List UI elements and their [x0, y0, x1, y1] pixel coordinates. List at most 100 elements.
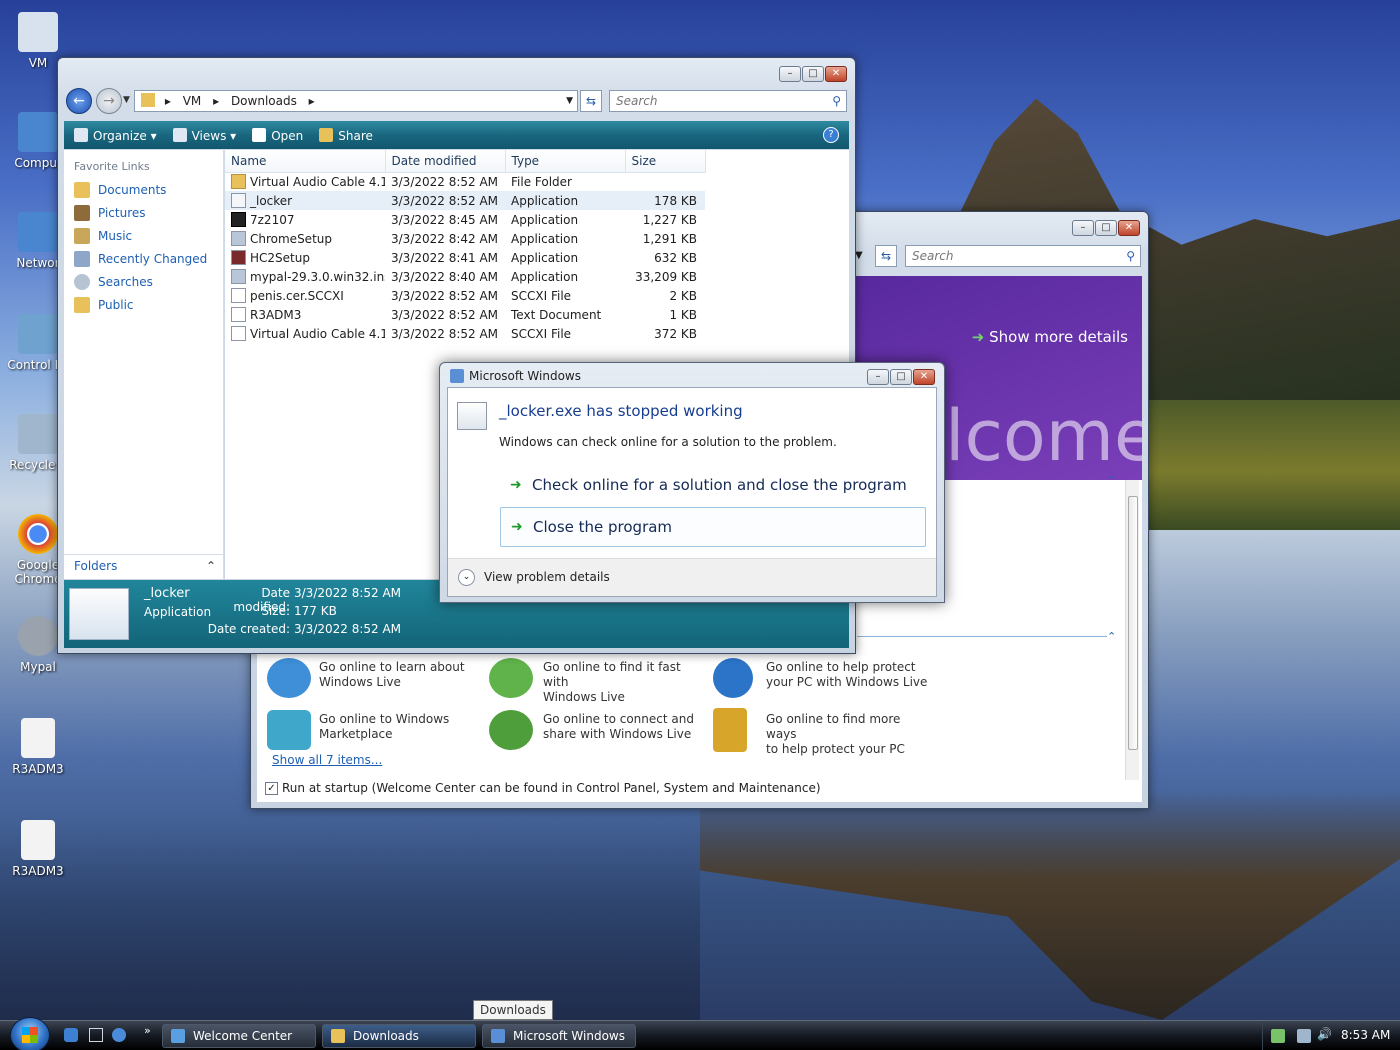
file-date: 3/3/2022 8:52 AM [391, 174, 499, 189]
view-problem-details-link[interactable]: View problem details [484, 570, 610, 584]
volume-icon[interactable]: 🔊 [1317, 1027, 1332, 1041]
close-button[interactable]: ✕ [825, 66, 847, 82]
views-button[interactable]: Views ▾ [172, 127, 236, 143]
show-all-items-link[interactable]: Show all 7 items... [272, 753, 382, 767]
back-arrow-icon: ← [73, 93, 85, 109]
address-bar[interactable]: ▸ VM ▸ Downloads ▸ ▼ [134, 90, 578, 112]
column-header-size[interactable]: Size [625, 150, 706, 173]
program-icon [457, 402, 487, 430]
start-button[interactable] [10, 1017, 50, 1050]
search-input[interactable]: Search ⚲ [609, 90, 847, 112]
desktop-icon-label: R3ADM3 [12, 762, 64, 776]
minimize-button[interactable]: – [867, 369, 889, 385]
nav-item-documents[interactable]: Documents [64, 179, 223, 202]
minimize-button[interactable]: – [779, 66, 801, 82]
run-at-startup-checkbox[interactable]: ✓ [265, 781, 278, 795]
scrollbar[interactable] [1125, 480, 1139, 780]
column-header-type[interactable]: Type [505, 150, 626, 173]
chevron-down-icon[interactable]: ⌄ [458, 569, 475, 586]
taskbar-button-label: Welcome Center [193, 1029, 293, 1043]
back-button[interactable]: ← [66, 88, 92, 114]
table-row[interactable]: 7z2107 3/3/2022 8:45 AM Application 1,227 K… [225, 210, 705, 229]
table-row[interactable]: R3ADM3 3/3/2022 8:52 AM Text Document 1 KB [225, 305, 705, 324]
refresh-icon[interactable]: ⇆ [875, 245, 897, 267]
column-header-name[interactable]: Name [225, 150, 386, 173]
switch-windows-icon[interactable] [112, 1028, 126, 1042]
history-dropdown-icon[interactable]: ▼ [123, 95, 130, 105]
forward-button[interactable]: → [96, 88, 122, 114]
maximize-button[interactable]: □ [890, 369, 912, 385]
minimize-button[interactable]: – [1072, 220, 1094, 236]
nav-item-pictures[interactable]: Pictures [64, 202, 223, 225]
share-button[interactable]: Share [319, 127, 373, 143]
network-icon [18, 212, 58, 252]
tile-line: Go online to Windows [319, 712, 450, 726]
refresh-button[interactable]: ⇆ [580, 90, 602, 112]
table-row[interactable]: mypal-29.3.0.win32.ins... 3/3/2022 8:40 A… [225, 267, 705, 286]
tile-protect-pc-more[interactable]: Go online to find more ways to help prote… [713, 708, 933, 756]
address-dropdown-icon[interactable]: ▼ [566, 91, 573, 111]
tile-protect-pc-live[interactable]: Go online to help protect your PC with Wi… [713, 656, 933, 700]
desktop-icon-r3adm3-2[interactable]: R3ADM3 [0, 820, 76, 878]
check-online-option[interactable]: ➜ Check online for a solution and close t… [500, 466, 926, 506]
close-program-option[interactable]: ➜ Close the program [500, 507, 926, 547]
table-row[interactable]: ChromeSetup 3/3/2022 8:42 AM Application 1,… [225, 229, 705, 248]
welcome-banner-text: lcome [945, 395, 1142, 477]
ie-icon[interactable] [64, 1028, 78, 1042]
arrow-icon: ➜ [971, 328, 985, 346]
breadcrumb-vm[interactable]: VM [183, 94, 202, 108]
table-row[interactable]: Virtual Audio Cable 4.10 3/3/2022 8:52 AM… [225, 172, 705, 191]
organize-button[interactable]: Organize ▾ [74, 127, 157, 143]
taskbar-button-microsoft-windows[interactable]: Microsoft Windows [482, 1024, 636, 1048]
nav-item-music[interactable]: Music [64, 225, 223, 248]
nav-item-public[interactable]: Public [64, 294, 223, 317]
file-type: Application [505, 191, 625, 210]
open-button[interactable]: Open [252, 127, 303, 143]
taskbar-button-welcome-center[interactable]: Welcome Center [162, 1024, 316, 1048]
show-desktop-icon[interactable] [89, 1028, 103, 1042]
scrollbar-thumb[interactable] [1128, 496, 1138, 750]
nav-item-recently-changed[interactable]: Recently Changed [64, 248, 223, 271]
address-dropdown-icon[interactable]: ▼ [855, 245, 873, 267]
nav-item-searches[interactable]: Searches [64, 271, 223, 294]
network-icon[interactable] [1297, 1029, 1311, 1043]
quick-launch-overflow-icon[interactable]: » [144, 1024, 151, 1037]
text-file-icon [21, 820, 55, 860]
table-row[interactable]: Virtual Audio Cable 4.1... 3/3/2022 8:52 … [225, 324, 705, 343]
run-at-startup-label: Run at startup (Welcome Center can be fo… [282, 781, 821, 795]
tile-find-it-fast[interactable]: Go online to find it fast with Windows Li… [489, 656, 709, 704]
column-header-date[interactable]: Date modified [385, 150, 506, 173]
maximize-button[interactable]: □ [1095, 220, 1117, 236]
file-name: mypal-29.3.0.win32.ins... [250, 270, 385, 284]
searches-icon [74, 274, 90, 290]
details-file-name: _locker [144, 586, 190, 601]
close-button[interactable]: ✕ [913, 369, 935, 385]
vm-icon [18, 12, 58, 52]
tile-connect-share[interactable]: Go online to connect and share with Windo… [489, 708, 709, 752]
tile-windows-live[interactable]: Go online to learn about Windows Live [267, 656, 487, 700]
security-icon[interactable] [1271, 1029, 1285, 1043]
table-row[interactable]: penis.cer.SCCXI 3/3/2022 8:52 AM SCCXI Fil… [225, 286, 705, 305]
search-input[interactable]: Search ⚲ [905, 245, 1141, 267]
table-row[interactable]: _locker 3/3/2022 8:52 AM Application 178 KB [225, 191, 705, 210]
installer-icon [231, 231, 246, 246]
table-row[interactable]: HC2Setup 3/3/2022 8:41 AM Application 632 K… [225, 248, 705, 267]
maximize-button[interactable]: □ [802, 66, 824, 82]
collapse-icon[interactable]: ⌃ [1107, 474, 1116, 487]
close-button[interactable]: ✕ [1118, 220, 1140, 236]
tile-line: to help protect your PC [766, 742, 905, 756]
taskbar-button-downloads[interactable]: Downloads [322, 1024, 476, 1048]
help-icon[interactable]: ? [823, 127, 839, 143]
collapse-icon[interactable]: ⌃ [1107, 630, 1116, 643]
folders-toggle[interactable]: Folders ⌃ [64, 554, 224, 578]
desktop-icon-label: R3ADM3 [12, 864, 64, 878]
windows-logo-icon [22, 1027, 38, 1043]
show-more-details-link[interactable]: ➜ Show more details [972, 328, 1128, 346]
clock[interactable]: 8:53 AM [1341, 1028, 1390, 1042]
desktop-icon-r3adm3-1[interactable]: R3ADM3 [0, 718, 76, 776]
file-date: 3/3/2022 8:52 AM [391, 307, 499, 322]
tile-marketplace[interactable]: Go online to Windows Marketplace [267, 708, 487, 752]
nav-item-label: Searches [98, 275, 153, 289]
file-name: ChromeSetup [250, 232, 332, 246]
breadcrumb-downloads[interactable]: Downloads [231, 94, 297, 108]
